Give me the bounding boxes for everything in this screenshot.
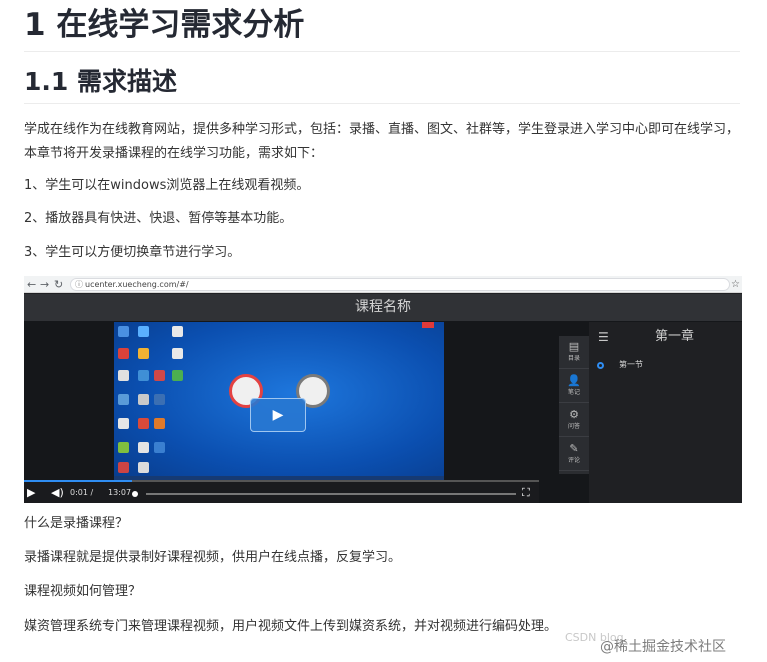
desktop-icon [138,370,149,381]
requirement-1: 1、学生可以在windows浏览器上在线观看视频。 [24,178,310,193]
review-icon: ✎ [569,442,579,455]
volume-icon[interactable]: ◀) [51,484,64,501]
browser-toolbar: ← → ↻ ⓘ ucenter.xuecheng.com/#/ ☆ [24,276,742,293]
progress-fill [24,480,132,482]
section-item[interactable]: 第一节 [619,359,643,371]
address-bar[interactable]: ⓘ ucenter.xuecheng.com/#/ [70,278,730,291]
current-time: 0:01 / [70,488,94,497]
desktop-icon [154,418,165,429]
review-button[interactable]: ✎ 评论 [559,438,589,471]
desktop-icon [172,326,183,337]
seek-handle[interactable] [132,491,138,497]
player-controls: ▶ ◀) 0:01 / 13:07 ⛶ [24,480,539,503]
notes-icon: 👤 [567,374,581,387]
chapter-title: 第一章 [655,329,695,344]
desktop-icon [138,326,149,337]
requirement-3: 3、学生可以方便切换章节进行学习。 [24,245,241,260]
url-text: ucenter.xuecheng.com/#/ [85,280,189,289]
answer-2: 媒资管理系统专门来管理课程视频，用户视频文件上传到媒资系统，并对视频进行编码处理… [24,619,558,634]
question-1: 什么是录播课程？ [24,516,129,531]
desktop-icon [138,442,149,453]
course-name: 课程名称 [355,299,411,315]
desktop-icon [118,326,129,337]
forward-icon[interactable]: → [40,276,49,293]
duration: 13:07 [108,488,132,497]
player-screenshot: ← → ↻ ⓘ ucenter.xuecheng.com/#/ ☆ 课程名称 ▶… [24,276,742,503]
desktop-icon [118,348,129,359]
desktop-icon [138,394,149,405]
section-status-icon [597,362,604,369]
desktop-icon [118,394,129,405]
side-toolbar: ▤ 目录 👤 笔记 ⚙ 问答 ✎ 评论 [559,336,589,474]
requirement-2: 2、播放器具有快进、快退、暂停等基本功能。 [24,211,293,226]
desktop-icon [154,442,165,453]
desktop-icon [138,348,149,359]
reload-icon[interactable]: ↻ [54,276,63,293]
desktop-icon [154,394,165,405]
seek-bar[interactable] [146,493,516,495]
desktop-icon [138,418,149,429]
fullscreen-icon[interactable]: ⛶ [522,484,530,501]
section-title: 1.1 需求描述 [24,62,740,104]
qa-icon: ⚙ [569,408,579,421]
desktop-icon [154,370,165,381]
chapter-panel: ☰ 第一章 第一节 [589,322,742,503]
desktop-icon [172,370,183,381]
answer-1: 录播课程就是提供录制好课程视频，供用户在线点播，反复学习。 [24,550,402,565]
desktop-icon [138,462,149,473]
progress-track[interactable] [132,480,539,482]
catalog-icon: ▤ [568,340,580,353]
watermark: @稀土掘金技术社区 [600,639,726,655]
qa-button[interactable]: ⚙ 问答 [559,404,589,437]
notes-button[interactable]: 👤 笔记 [559,370,589,403]
play-icon[interactable]: ▶ [250,398,306,432]
video-frame[interactable]: ▶ [114,322,444,482]
info-icon: ⓘ [75,280,83,289]
intro-paragraph: 学成在线作为在线教育网站，提供多种学习形式，包括：录播、直播、图文、社群等，学生… [24,122,740,161]
question-2: 课程视频如何管理？ [24,584,142,599]
bookmark-star-icon[interactable]: ☆ [731,276,740,293]
desktop-icon [118,418,129,429]
player-title-bar: 课程名称 [24,294,742,321]
flag-icon [422,322,434,328]
page-title: 1 在线学习需求分析 [24,4,740,52]
desktop-icon [118,462,129,473]
video-player: 课程名称 ▶ ▶ ◀) 0:01 / 13:07 ⛶ ▤ 目录 👤 笔记 ⚙ 问… [24,294,742,503]
desktop-icon [118,370,129,381]
catalog-button[interactable]: ▤ 目录 [559,336,589,369]
list-icon: ☰ [598,330,609,344]
play-pause-icon[interactable]: ▶ [27,484,35,501]
desktop-icon [118,442,129,453]
back-icon[interactable]: ← [27,276,36,293]
desktop-icon [172,348,183,359]
